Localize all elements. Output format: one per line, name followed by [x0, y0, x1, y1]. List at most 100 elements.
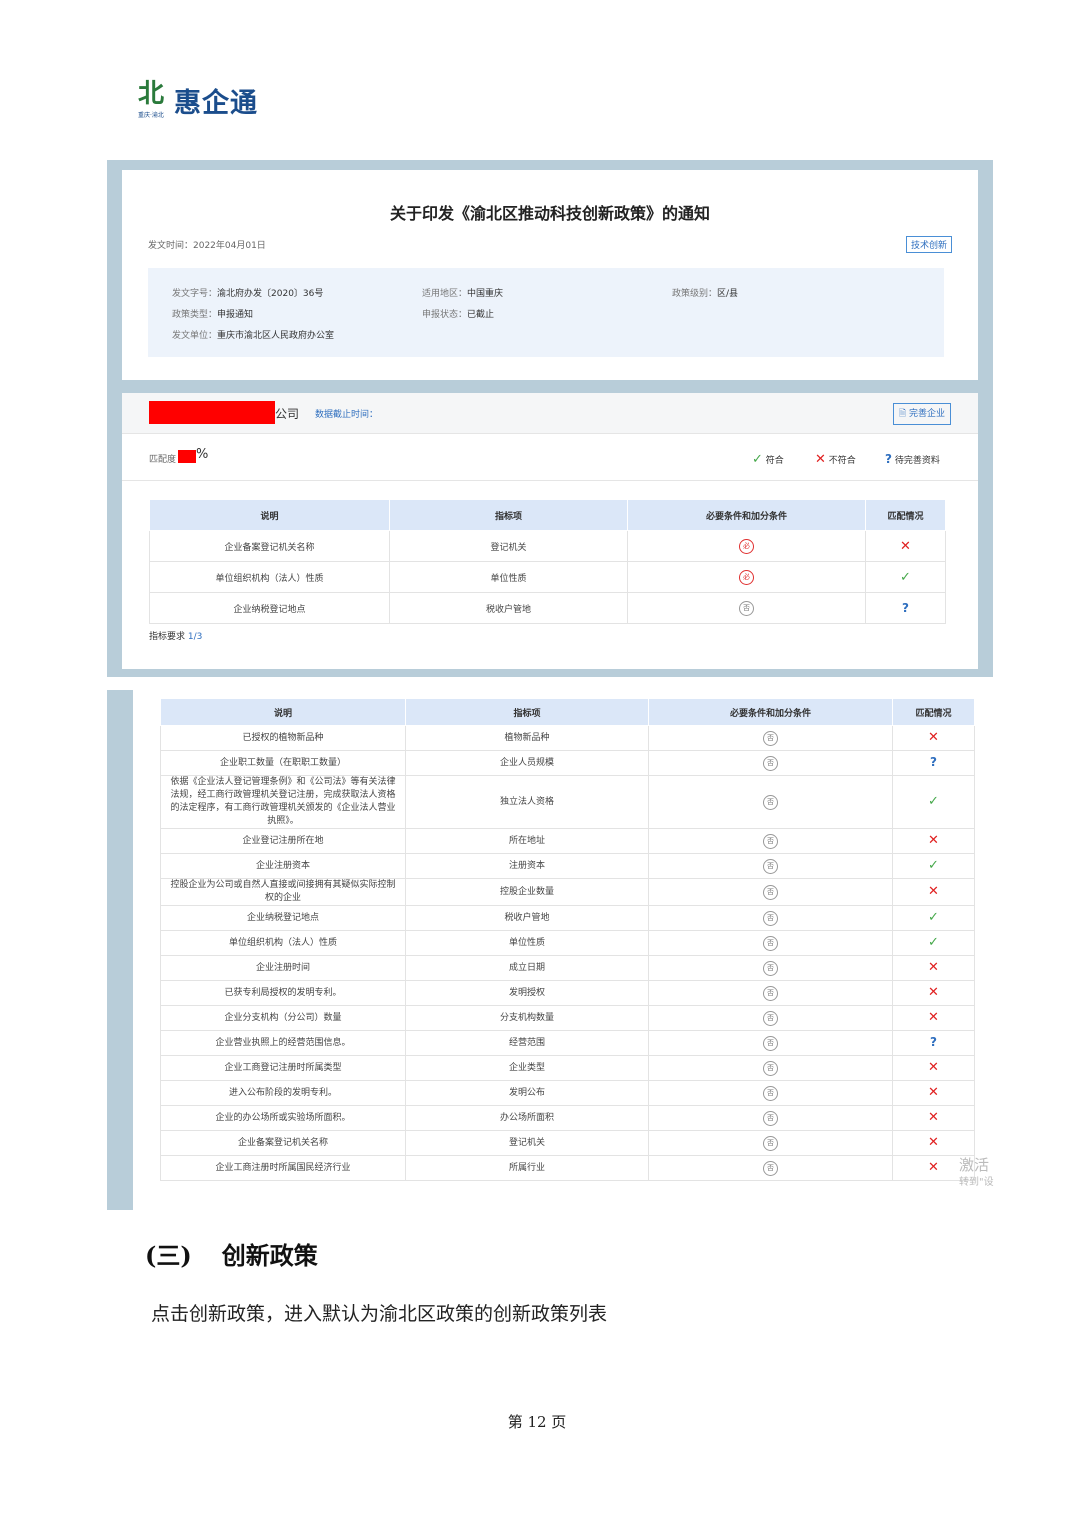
condition-badge: 必 — [739, 538, 754, 554]
cell-cond: 否 — [627, 592, 866, 624]
cell-item: 所在地址 — [405, 828, 649, 854]
col-header-cond: 必要条件和加分条件 — [627, 499, 866, 531]
cell-cond: 否 — [648, 750, 893, 776]
cross-icon: ✕ — [928, 1084, 939, 1100]
table-row: 企业注册资本 注册资本 否 ✓ — [160, 853, 975, 879]
cross-icon: ✕ — [928, 1009, 939, 1025]
cell-desc: 企业备案登记机关名称 — [149, 530, 390, 562]
condition-badge: 否 — [763, 730, 778, 746]
table-row: 企业纳税登记地点 税收户管地 否? — [149, 592, 946, 624]
check-icon: ✓ — [928, 793, 939, 809]
requirement-summary: 指标要求 1/3 — [149, 632, 203, 642]
cell-status: ✕ — [892, 1080, 975, 1106]
cell-desc: 企业登记注册所在地 — [160, 828, 406, 854]
cross-icon: ✕ — [928, 1159, 939, 1175]
cell-desc: 单位组织机构（法人）性质 — [149, 561, 390, 593]
cell-item: 独立法人资格 — [405, 775, 649, 829]
cell-desc: 企业注册资本 — [160, 853, 406, 879]
cross-icon: ✕ — [928, 729, 939, 745]
status-field: 申报状态：已截止 — [422, 310, 495, 320]
cell-cond: 否 — [648, 1055, 893, 1081]
cell-desc: 企业的办公场所或实验场所面积。 — [160, 1105, 406, 1131]
cell-status: ✕ — [892, 725, 975, 751]
check-icon: ✓ — [928, 857, 939, 873]
logo-glyph: 北 — [138, 79, 165, 109]
condition-badge: 否 — [763, 1010, 778, 1026]
policy-info-box: 发文字号：渝北府办发〔2020〕36号 适用地区：中国重庆 政策级别：区/县 政… — [148, 268, 944, 357]
condition-badge: 否 — [763, 935, 778, 951]
cell-desc: 企业工商登记注册时所属类型 — [160, 1055, 406, 1081]
logo-mark-icon: 北 重庆·渝北 — [138, 80, 168, 120]
table-row: 依据《企业法人登记管理条例》和《公司法》等有关法律法规，经工商行政管理机关登记注… — [160, 775, 975, 829]
col-header-status: 匹配情况 — [865, 499, 946, 531]
cell-cond: 否 — [648, 1030, 893, 1056]
table-row: 已授权的植物新品种 植物新品种 否 ✕ — [160, 725, 975, 751]
condition-badge: 否 — [763, 1035, 778, 1051]
condition-badge: 否 — [763, 794, 778, 810]
cell-item: 植物新品种 — [405, 725, 649, 751]
check-icon: ✓ — [928, 909, 939, 925]
document-icon: 🗎 — [898, 409, 909, 419]
cell-item: 登记机关 — [389, 530, 628, 562]
cross-icon: ✕ — [928, 959, 939, 975]
col-header-desc: 说明 — [160, 698, 406, 726]
cell-desc: 已获专利局授权的发明专利。 — [160, 980, 406, 1006]
cell-item: 注册资本 — [405, 853, 649, 879]
policy-title: 关于印发《渝北区推动科技创新政策》的通知 — [389, 204, 710, 223]
condition-badge: 否 — [763, 833, 778, 849]
question-icon: ? — [930, 754, 937, 769]
match-table: 说明 指标项 必要条件和加分条件 匹配情况 企业备案登记机关名称 登记机关必 ✕ 单位… — [149, 499, 946, 624]
cell-desc: 企业职工数量（在职职工数量） — [160, 750, 406, 776]
condition-badge: 否 — [763, 1135, 778, 1151]
cell-desc: 企业营业执照上的经营范围信息。 — [160, 1030, 406, 1056]
cell-item: 单位性质 — [405, 930, 649, 956]
cell-status: ✕ — [892, 1005, 975, 1031]
cell-cond: 否 — [648, 725, 893, 751]
cell-item: 企业人员规模 — [405, 750, 649, 776]
cell-status: ✕ — [892, 1130, 975, 1156]
cell-status: ✓ — [892, 853, 975, 879]
policy-tag[interactable]: 技术创新 — [905, 236, 952, 253]
condition-badge: 必 — [739, 569, 754, 585]
cell-desc: 进入公布阶段的发明专利。 — [160, 1080, 406, 1106]
cell-item: 发明公布 — [405, 1080, 649, 1106]
col-header-status: 匹配情况 — [892, 698, 975, 726]
cell-status: ✕ — [892, 1105, 975, 1131]
cross-icon: ✕ — [900, 538, 911, 554]
table-row: 单位组织机构（法人）性质 单位性质 否 ✓ — [160, 930, 975, 956]
cell-status: ? — [892, 1030, 975, 1056]
cell-item: 税收户管地 — [405, 905, 649, 931]
cell-status: ✓ — [865, 561, 946, 593]
match-card: 公司 数据截止时间： 🗎 完善企业 匹配度 % ✓ 符合 ✕ 不符合 ? 待完善… — [122, 393, 978, 669]
page-number: 第 12 页 — [507, 1413, 567, 1431]
cell-cond: 否 — [648, 905, 893, 931]
perfect-company-button[interactable]: 🗎 完善企业 — [892, 403, 951, 425]
cell-item: 办公场所面积 — [405, 1105, 649, 1131]
cell-cond: 否 — [648, 1105, 893, 1131]
table-row: 企业工商登记注册时所属类型 企业类型 否 ✕ — [160, 1055, 975, 1081]
watermark-line1: 激活 — [959, 1156, 990, 1174]
condition-badge: 否 — [763, 755, 778, 771]
cell-cond: 否 — [648, 955, 893, 981]
condition-badge: 否 — [763, 1110, 778, 1126]
cross-icon: ✕ — [928, 832, 939, 848]
table-row: 进入公布阶段的发明专利。 发明公布 否 ✕ — [160, 1080, 975, 1106]
region-field: 适用地区：中国重庆 — [422, 289, 504, 299]
logo: 北 重庆·渝北 惠企通 — [138, 78, 258, 122]
condition-badge: 否 — [763, 884, 778, 900]
condition-badge: 否 — [763, 1060, 778, 1076]
cross-icon: ✕ — [815, 452, 826, 467]
policy-card: 关于印发《渝北区推动科技创新政策》的通知 发文时间：2022年04月01日 技术… — [122, 170, 978, 380]
match-degree-suffix: % — [196, 447, 209, 462]
issuer-field: 发文单位：重庆市渝北区人民政府办公室 — [172, 331, 335, 341]
condition-badge: 否 — [763, 910, 778, 926]
body-paragraph: 点击创新政策，进入默认为渝北区政策的创新政策列表 — [151, 1303, 608, 1325]
cell-status: ✕ — [892, 1055, 975, 1081]
cross-icon: ✕ — [928, 883, 939, 899]
cell-item: 企业类型 — [405, 1055, 649, 1081]
cell-status: ✕ — [892, 878, 975, 906]
redacted-company-name — [149, 401, 275, 424]
check-icon: ✓ — [900, 569, 911, 585]
data-deadline-label: 数据截止时间： — [315, 410, 379, 420]
cell-item: 税收户管地 — [389, 592, 628, 624]
